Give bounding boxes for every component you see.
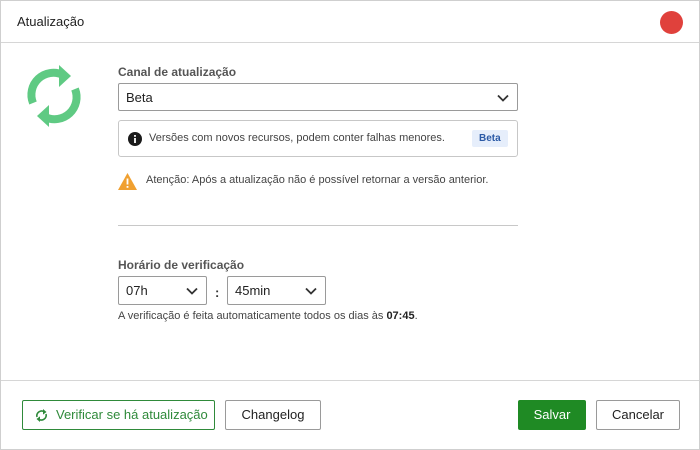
warning-text: Atenção: Após a atualização não é possív…	[146, 174, 489, 186]
save-button[interactable]: Salvar	[518, 400, 586, 430]
close-button[interactable]	[660, 11, 683, 34]
hint-prefix: A verificação é feita automaticamente to…	[118, 310, 387, 322]
minute-select[interactable]: 45min	[227, 276, 326, 305]
check-updates-label: Verificar se há atualização	[56, 407, 208, 422]
time-separator: :	[215, 285, 220, 300]
refresh-icon	[36, 409, 47, 422]
minute-value: 45min	[235, 283, 271, 298]
chevron-down-icon	[186, 287, 198, 295]
chevron-down-icon	[497, 94, 509, 102]
section-divider	[118, 225, 518, 226]
dialog-title: Atualização	[17, 14, 85, 29]
channel-badge: Beta	[472, 130, 508, 147]
warning-triangle-icon	[118, 173, 137, 190]
changelog-button[interactable]: Changelog	[225, 400, 321, 430]
cancel-button[interactable]: Cancelar	[596, 400, 680, 430]
update-channel-label: Canal de atualização	[118, 65, 237, 79]
hour-select[interactable]: 07h	[118, 276, 207, 305]
update-channel-value: Beta	[126, 90, 153, 105]
hour-value: 07h	[126, 283, 148, 298]
sync-icon	[27, 65, 81, 127]
title-bar: Atualização	[1, 1, 699, 43]
check-updates-button[interactable]: Verificar se há atualização	[22, 400, 215, 430]
update-channel-select[interactable]: Beta	[118, 83, 518, 111]
check-time-label: Horário de verificação	[118, 258, 245, 272]
hint-suffix: .	[414, 310, 418, 322]
info-icon	[128, 132, 142, 146]
update-dialog: Atualização Canal de atualização Beta Ve…	[0, 0, 700, 450]
channel-info-text: Versões com novos recursos, podem conter…	[149, 132, 445, 144]
chevron-down-icon	[305, 287, 317, 295]
channel-info-box: Versões com novos recursos, podem conter…	[118, 120, 518, 157]
footer-divider	[1, 380, 699, 381]
check-time-hint: A verificação é feita automaticamente to…	[118, 310, 418, 322]
hint-time: 07:45	[386, 310, 415, 322]
